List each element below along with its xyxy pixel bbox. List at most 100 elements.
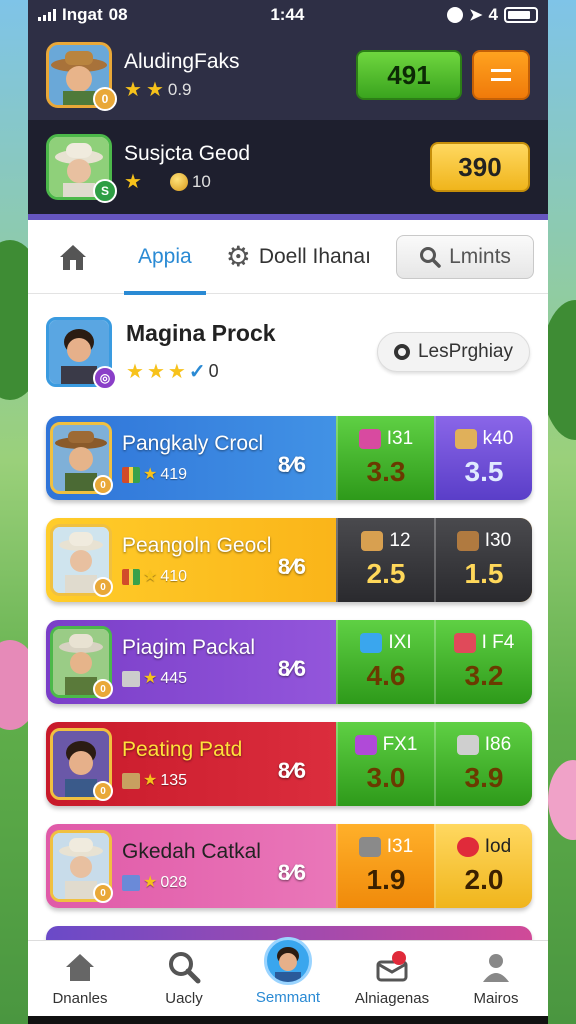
location-pill-button[interactable]: LesPrghiay bbox=[376, 332, 530, 372]
inbox-icon bbox=[376, 951, 408, 982]
stat-cell[interactable]: I31 3.3 bbox=[336, 416, 434, 500]
tab-settings-label: Doell Ihanaı bbox=[258, 244, 371, 268]
coin-icon bbox=[169, 173, 188, 191]
stat-cell[interactable]: FX1 3.0 bbox=[336, 722, 434, 806]
player2-name: Susjcta Geod bbox=[124, 142, 251, 165]
search-icon bbox=[169, 952, 201, 984]
level-badge: 0 bbox=[93, 87, 117, 111]
stat-label: I31 bbox=[386, 836, 414, 857]
person-avatar-icon bbox=[275, 947, 301, 982]
stat-value: 3.2 bbox=[464, 660, 504, 691]
stat-value: 3.0 bbox=[366, 762, 406, 793]
wood-icon bbox=[361, 531, 384, 551]
tab-appia[interactable]: Appia bbox=[124, 220, 206, 295]
clock: 1:44 bbox=[270, 5, 305, 24]
row-stat: 410 bbox=[160, 568, 188, 585]
row-percent: 8⁄6 bbox=[277, 554, 306, 579]
stat-label: I86 bbox=[484, 734, 512, 755]
star-icon: ★ bbox=[126, 360, 144, 383]
level-badge: S bbox=[93, 179, 117, 203]
nav-label: Semmant bbox=[255, 989, 321, 1006]
nav-label: Mairos bbox=[473, 990, 519, 1007]
player2-avatar[interactable]: S bbox=[46, 134, 117, 203]
star-icon: ★ bbox=[146, 360, 165, 383]
location-pill-label: LesPrghiay bbox=[417, 341, 513, 362]
row-avatar: 0 bbox=[50, 422, 113, 495]
home-icon bbox=[60, 244, 86, 270]
row-stat: 028 bbox=[160, 874, 188, 891]
stat-cell[interactable]: Iod 2.0 bbox=[434, 824, 532, 908]
stat-value: 2.0 bbox=[464, 864, 504, 895]
stat-cell[interactable]: I30 1.5 bbox=[434, 518, 532, 602]
list-item[interactable]: 0 Gkedah Catkal ★ 028 8⁄6 I31 1.9 Iod 2.… bbox=[46, 824, 532, 908]
stat-label: I F4 bbox=[481, 632, 515, 653]
stat-label: k40 bbox=[482, 428, 514, 449]
menu-icon bbox=[491, 69, 511, 81]
row-percent: 8⁄6 bbox=[277, 656, 306, 681]
stat-label: I31 bbox=[386, 428, 414, 449]
status-bar: Ingat 08 1:44 ➤ 4 bbox=[28, 0, 548, 30]
player1-score-button[interactable]: 491 bbox=[356, 50, 462, 100]
player-row-1: 0 AludingFaks ★ ★ 0.9 491 bbox=[28, 30, 548, 120]
level-badge: ◎ bbox=[93, 366, 117, 390]
stat-value: 1.9 bbox=[366, 864, 406, 895]
stat-cell[interactable]: IXI 4.6 bbox=[336, 620, 434, 704]
box-icon bbox=[122, 671, 140, 687]
list-item[interactable]: 0 Peangoln Geocl ★ 410 8⁄6 12 2.5 I30 1.… bbox=[46, 518, 532, 602]
nav-item-messages[interactable]: Alniagenas bbox=[342, 950, 442, 1007]
menu-button[interactable] bbox=[472, 50, 530, 100]
player2-score-button[interactable]: 390 bbox=[430, 142, 530, 192]
star-icon: ★ bbox=[143, 568, 158, 585]
profile-stat: 0 bbox=[208, 361, 219, 381]
battery-icon bbox=[504, 7, 538, 23]
nav-item-search[interactable]: Uacly bbox=[134, 950, 234, 1007]
checkmark-icon: ✓ bbox=[188, 361, 206, 383]
search-button[interactable]: Lmints bbox=[396, 234, 534, 279]
row-avatar: 0 bbox=[50, 626, 113, 699]
list-item[interactable]: 0 Peating Patd ★ 135 8⁄6 FX1 3.0 I86 3.9 bbox=[46, 722, 532, 806]
tab-settings[interactable]: ⚙ Doell Ihanaı bbox=[226, 242, 371, 271]
nav-label: Uacly bbox=[165, 990, 203, 1007]
star-icon: ★ bbox=[124, 171, 142, 193]
stat-label: FX1 bbox=[382, 734, 418, 755]
player1-stat: 0.9 bbox=[167, 80, 192, 99]
gift-icon bbox=[122, 467, 140, 483]
list-item[interactable]: 0 Piagim Packal ★ 445 8⁄6 IXI 4.6 I F4 3… bbox=[46, 620, 532, 704]
nav-item-active[interactable]: Semmant bbox=[238, 937, 338, 1006]
stat-cell[interactable]: I86 3.9 bbox=[434, 722, 532, 806]
stat-label: Iod bbox=[484, 836, 512, 857]
nav-item-profile[interactable]: Mairos bbox=[446, 950, 546, 1007]
signal-icon bbox=[38, 9, 56, 21]
stat-cell[interactable]: I F4 3.2 bbox=[434, 620, 532, 704]
row-percent: 8⁄6 bbox=[277, 758, 306, 783]
row-avatar: 0 bbox=[50, 728, 113, 801]
location-icon: ➤ bbox=[469, 7, 483, 24]
phone-screen: Ingat 08 1:44 ➤ 4 0 AludingFaks ★ ★ 0.9 … bbox=[28, 0, 548, 1024]
player1-avatar[interactable]: 0 bbox=[46, 42, 117, 111]
brush-icon bbox=[358, 837, 381, 857]
pin-icon bbox=[393, 344, 410, 360]
stat-cell[interactable]: 12 2.5 bbox=[336, 518, 434, 602]
tab-home[interactable] bbox=[56, 240, 90, 274]
row-title: Peating Patd bbox=[122, 738, 243, 761]
header: 0 AludingFaks ★ ★ 0.9 491 S Susjcta Geod… bbox=[28, 30, 548, 220]
wood-icon bbox=[454, 429, 477, 449]
stat-cell[interactable]: I31 1.9 bbox=[336, 824, 434, 908]
row-title: Piagim Packal bbox=[122, 636, 256, 659]
stat-cell[interactable]: k40 3.5 bbox=[434, 416, 532, 500]
bow-icon bbox=[453, 633, 476, 653]
row-title: Peangoln Geocl bbox=[122, 534, 272, 557]
stat-value: 3.9 bbox=[464, 762, 504, 793]
nav-label: Alniagenas bbox=[354, 990, 430, 1007]
bricks-icon bbox=[456, 531, 479, 551]
list-item[interactable]: 0 Pangkaly Crocl ★ 419 8⁄6 I31 3.3 k40 3… bbox=[46, 416, 532, 500]
player2-coins: 10 bbox=[191, 172, 211, 191]
potion-icon bbox=[360, 633, 383, 653]
row-stat: 135 bbox=[160, 772, 188, 789]
profile-avatar[interactable]: ◎ bbox=[46, 317, 117, 390]
stat-label: I30 bbox=[484, 530, 512, 551]
box-icon bbox=[122, 875, 140, 891]
nav-item-home[interactable]: Dnanles bbox=[30, 950, 130, 1007]
star-icon: ★ bbox=[143, 670, 158, 687]
stat-value: 3.3 bbox=[366, 456, 406, 487]
